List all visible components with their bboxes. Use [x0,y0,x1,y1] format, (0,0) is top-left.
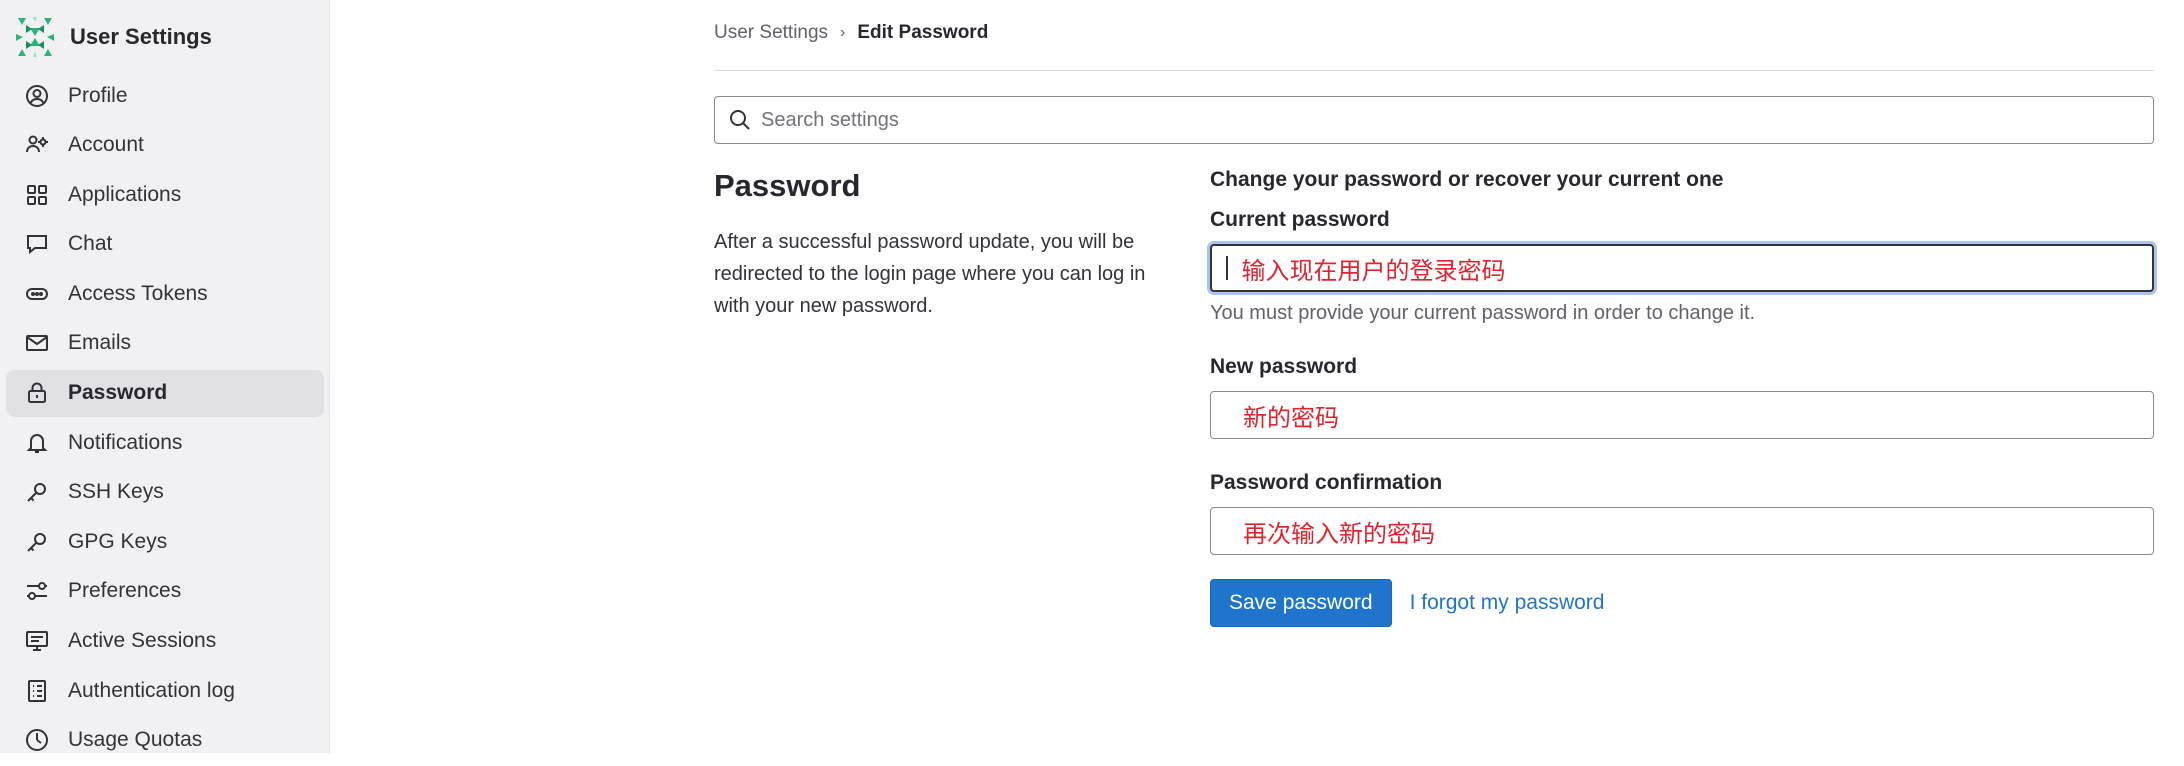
sidebar-item-label: Password [68,381,168,405]
chevron-right-icon: › [840,24,846,41]
sidebar-item-profile[interactable]: Profile [6,72,324,119]
current-password-label: Current password [1210,208,1390,231]
sidebar-item-label: GPG Keys [68,529,168,553]
form-actions: Save password I forgot my password [1210,579,2154,627]
sidebar-item-label: Usage Quotas [68,728,203,752]
password-confirmation-annotation: 再次输入新的密码 [1243,519,1435,548]
search-box[interactable] [714,96,2154,144]
new-password-field[interactable]: 新的密码 [1210,391,2154,439]
sidebar-item-label: Applications [68,182,182,206]
breadcrumb: User Settings › Edit Password [714,22,988,44]
applications-icon [24,182,50,208]
sidebar-item-notifications[interactable]: Notifications [6,419,324,466]
monitor-icon [24,628,50,654]
sidebar-item-label: Chat [68,232,113,256]
save-password-button[interactable]: Save password [1210,579,1392,627]
breadcrumb-current: Edit Password [857,22,989,43]
breadcrumb-user-settings-link[interactable]: User Settings [714,22,828,44]
gauge-icon [24,727,50,753]
sidebar-item-label: Active Sessions [68,629,217,653]
sidebar-item-label: Preferences [68,579,182,603]
current-password-field[interactable]: 输入现在用户的登录密码 [1210,244,2154,292]
section-description: After a successful password update, you … [714,231,1146,317]
bell-icon [24,430,50,456]
sidebar-item-label: Notifications [68,430,183,454]
current-password-annotation: 输入现在用户的登录密码 [1241,256,1506,285]
account-icon [24,132,50,158]
search-input[interactable] [761,108,2121,132]
main-content: User Settings › Edit Password Password A… [714,0,2154,753]
new-password-group: New password 新的密码 [1210,355,2154,439]
sidebar-item-chat[interactable]: Chat [6,221,324,268]
key-icon [24,479,50,505]
header-divider [714,70,2154,71]
sidebar-item-usage-quotas[interactable]: Usage Quotas [6,717,324,764]
sidebar: User Settings Profile Account Applicatio… [0,0,330,753]
sidebar-nav: Profile Account Applications Chat Access… [6,72,324,766]
section-intro: Password After a successful password upd… [714,168,1174,322]
sidebar-item-label: Account [68,133,144,157]
sidebar-item-label: SSH Keys [68,480,164,504]
mail-icon [24,330,50,356]
sidebar-title: User Settings [70,24,212,49]
sidebar-item-emails[interactable]: Emails [6,320,324,367]
sidebar-item-account[interactable]: Account [6,122,324,169]
new-password-annotation: 新的密码 [1243,403,1339,432]
new-password-label: New password [1210,355,1358,378]
form-heading: Change your password or recover your cur… [1210,168,1724,191]
sidebar-item-label: Profile [68,83,128,107]
search-icon [730,110,750,130]
current-password-help: You must provide your current password i… [1210,302,1756,324]
sidebar-item-label: Authentication log [68,678,235,702]
password-confirmation-label: Password confirmation [1210,471,1443,494]
key-icon [24,529,50,555]
sidebar-item-applications[interactable]: Applications [6,171,324,218]
sidebar-item-active-sessions[interactable]: Active Sessions [6,618,324,665]
sidebar-item-authentication-log[interactable]: Authentication log [6,667,324,714]
password-confirmation-group: Password confirmation 再次输入新的密码 [1210,471,2154,555]
sidebar-item-access-tokens[interactable]: Access Tokens [6,270,324,317]
preferences-icon [24,578,50,604]
chat-icon [24,231,50,257]
sidebar-item-password[interactable]: Password [6,369,324,417]
lock-icon [24,380,50,406]
token-icon [24,281,50,307]
app-logo-icon[interactable] [12,14,58,60]
current-password-group: Current password 输入现在用户的登录密码 You must pr… [1210,208,2154,325]
sidebar-item-gpg-keys[interactable]: GPG Keys [6,518,324,565]
sidebar-item-ssh-keys[interactable]: SSH Keys [6,469,324,516]
sidebar-item-preferences[interactable]: Preferences [6,568,324,615]
log-icon [24,678,50,704]
sidebar-header: User Settings [12,14,212,60]
forgot-password-link[interactable]: I forgot my password [1410,591,1605,615]
sidebar-item-label: Emails [68,331,132,355]
profile-icon [24,83,50,109]
text-caret [1226,256,1228,280]
password-confirmation-field[interactable]: 再次输入新的密码 [1210,507,2154,555]
section-title: Password [714,168,861,203]
password-form: Change your password or recover your cur… [1210,168,2154,627]
sidebar-item-label: Access Tokens [68,281,208,305]
